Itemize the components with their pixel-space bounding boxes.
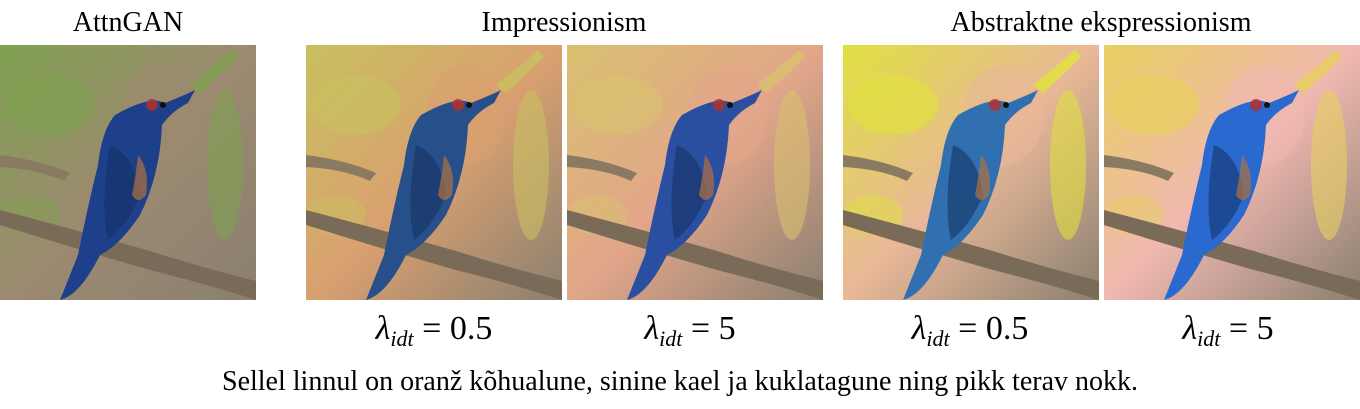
lambda-label-abstract-low: λidt = 0.5 bbox=[912, 309, 1029, 359]
heading-abstract-expressionism: Abstraktne ekspressionism bbox=[950, 7, 1252, 38]
lambda-label-impressionism-low: λidt = 0.5 bbox=[376, 309, 493, 359]
lambda-label-impressionism-high: λidt = 5 bbox=[644, 309, 735, 359]
impressionism-high-image bbox=[567, 45, 823, 300]
lambda-label-abstract-high: λidt = 5 bbox=[1182, 309, 1273, 359]
heading-attngan: AttnGAN bbox=[72, 7, 184, 38]
lambda-subscript: idt bbox=[1197, 326, 1221, 351]
attngan-image bbox=[0, 45, 256, 300]
bird-illustration bbox=[567, 45, 823, 300]
lambda-subscript: idt bbox=[926, 326, 950, 351]
lambda-symbol: λ bbox=[644, 310, 660, 347]
bird-illustration bbox=[0, 45, 256, 300]
lambda-symbol: λ bbox=[375, 310, 391, 347]
lambda-value: = 5 bbox=[690, 310, 736, 347]
lambda-symbol: λ bbox=[1182, 310, 1198, 347]
lambda-subscript: idt bbox=[390, 326, 414, 351]
lambda-subscript: idt bbox=[659, 326, 683, 351]
lambda-value: = 5 bbox=[1228, 310, 1274, 347]
bird-illustration bbox=[843, 45, 1099, 300]
lambda-symbol: λ bbox=[911, 310, 927, 347]
bird-illustration bbox=[306, 45, 562, 300]
figure-caption: Sellel linnul on oranž kõhualune, sinine… bbox=[221, 366, 1139, 397]
abstract-high-image bbox=[1104, 45, 1360, 300]
lambda-value: = 0.5 bbox=[958, 310, 1029, 347]
heading-impressionism: Impressionism bbox=[481, 7, 647, 38]
lambda-value: = 0.5 bbox=[422, 310, 493, 347]
bird-illustration bbox=[1104, 45, 1360, 300]
impressionism-low-image bbox=[306, 45, 562, 300]
abstract-low-image bbox=[843, 45, 1099, 300]
